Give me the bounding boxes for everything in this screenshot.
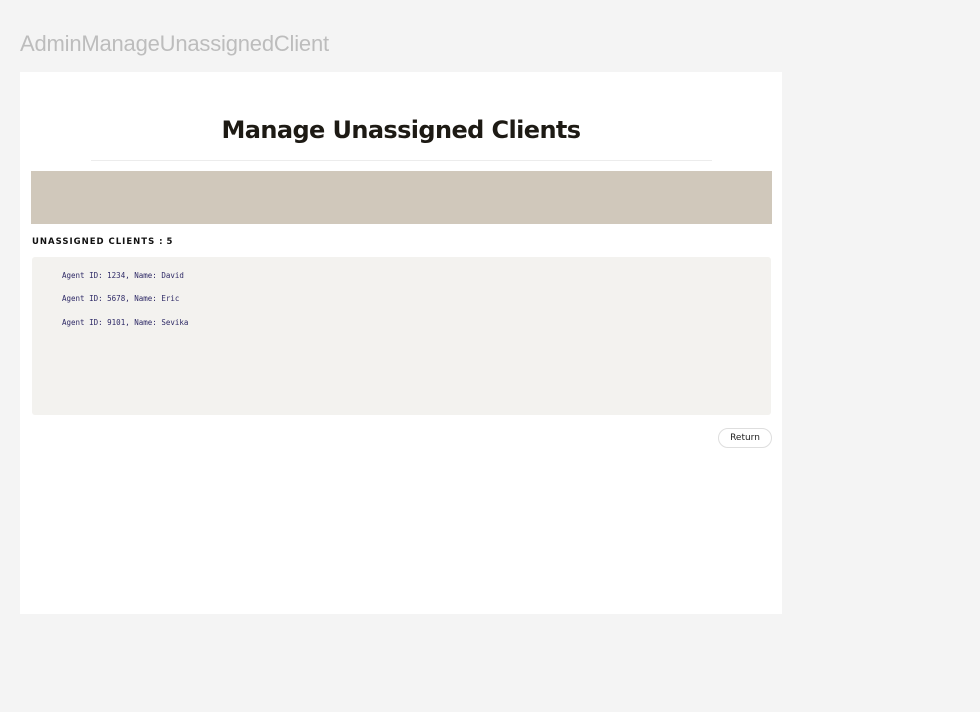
list-item[interactable]: Agent ID: 1234, Name: David <box>62 271 184 280</box>
frame-name-label: AdminManageUnassignedClient <box>20 31 329 56</box>
manage-unassigned-clients-screen: Manage Unassigned Clients UNASSIGNED CLI… <box>20 72 782 614</box>
list-item[interactable]: Agent ID: 9101, Name: Sevika <box>62 318 188 327</box>
return-button[interactable]: Return <box>718 428 772 448</box>
title-divider <box>91 160 712 161</box>
count-label-text: UNASSIGNED CLIENTS : <box>32 237 164 247</box>
list-item[interactable]: Agent ID: 5678, Name: Eric <box>62 294 179 303</box>
header-banner <box>31 171 772 224</box>
count-value: 5 <box>166 237 174 247</box>
page-title: Manage Unassigned Clients <box>221 116 581 144</box>
unassigned-clients-list: Agent ID: 1234, Name: David Agent ID: 56… <box>32 257 771 415</box>
unassigned-clients-count: UNASSIGNED CLIENTS :5 <box>32 237 173 247</box>
